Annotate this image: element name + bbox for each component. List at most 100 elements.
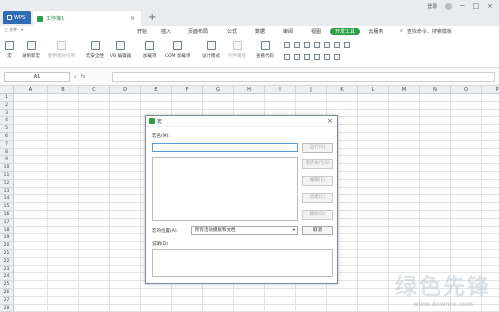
view-code-button[interactable]: 查看代码: [256, 41, 274, 59]
row-header[interactable]: 8: [0, 148, 14, 157]
tab-formulas[interactable]: 公式: [218, 28, 246, 35]
textbox-control-icon[interactable]: [294, 42, 300, 48]
column-header[interactable]: O: [451, 86, 482, 94]
row-header[interactable]: 24: [0, 273, 14, 282]
row-header[interactable]: 23: [0, 265, 14, 274]
column-header[interactable]: H: [234, 86, 265, 94]
fx-icon[interactable]: fx: [81, 72, 86, 82]
scroll-control-icon[interactable]: [304, 54, 310, 60]
tab-review[interactable]: 审阅: [274, 28, 302, 35]
combo-control-icon[interactable]: [344, 42, 350, 48]
macros-button[interactable]: 宏: [5, 41, 14, 59]
minimize-icon[interactable]: ─: [460, 2, 464, 10]
row-header[interactable]: 11: [0, 172, 14, 180]
macro-list[interactable]: [152, 157, 298, 221]
column-header[interactable]: L: [358, 86, 389, 94]
vb-editor-button[interactable]: VB 编辑器: [110, 41, 131, 59]
relative-reference-button[interactable]: 使用相对引用: [48, 41, 75, 59]
column-header[interactable]: C: [79, 86, 110, 94]
tab-page-layout[interactable]: 页面布局: [178, 28, 218, 35]
row-header[interactable]: 18: [0, 226, 14, 235]
frame-control-icon[interactable]: [324, 54, 330, 60]
column-header[interactable]: P: [482, 86, 499, 94]
label-control-icon[interactable]: [284, 42, 290, 48]
step-into-button[interactable]: 单步执行(S): [302, 159, 333, 169]
toggle-control-icon[interactable]: [284, 54, 290, 60]
design-mode-button[interactable]: 设计模式: [202, 41, 220, 59]
row-header[interactable]: 20: [0, 242, 14, 250]
list-control-icon[interactable]: [334, 42, 340, 48]
cancel-button[interactable]: 取消: [302, 226, 333, 235]
row-header[interactable]: 4: [0, 117, 14, 126]
new-tab-button[interactable]: +: [148, 12, 156, 23]
checkbox-control-icon[interactable]: [314, 42, 320, 48]
row-header[interactable]: 1: [0, 94, 14, 102]
row-header[interactable]: 2: [0, 101, 14, 110]
close-tab-icon[interactable]: ×: [130, 15, 135, 22]
addins-button[interactable]: 加载项: [143, 41, 157, 59]
column-header[interactable]: K: [327, 86, 358, 94]
record-macro-button[interactable]: 录制新宏: [22, 41, 40, 59]
formula-input[interactable]: [112, 72, 495, 82]
tab-insert[interactable]: 插入: [154, 28, 178, 35]
row-header[interactable]: 22: [0, 257, 14, 266]
document-tab[interactable]: 工作簿1 ×: [33, 11, 141, 26]
more-controls-icon[interactable]: [334, 54, 340, 60]
row-header[interactable]: 5: [0, 125, 14, 133]
macro-security-button[interactable]: 宏安全性: [86, 41, 104, 59]
row-header[interactable]: 12: [0, 179, 14, 188]
row-header[interactable]: 15: [0, 203, 14, 211]
row-header[interactable]: 21: [0, 250, 14, 258]
column-header[interactable]: A: [14, 86, 48, 94]
control-properties-button[interactable]: 控件属性: [228, 41, 246, 59]
create-button[interactable]: 创建(C): [302, 193, 333, 203]
row-header[interactable]: 27: [0, 296, 14, 305]
macro-location-select[interactable]: 所有活动模板和文档 ▾: [191, 226, 298, 235]
button-control-icon[interactable]: [304, 42, 310, 48]
login-link[interactable]: 登录: [427, 3, 437, 10]
row-header[interactable]: 14: [0, 195, 14, 204]
row-header[interactable]: 19: [0, 234, 14, 243]
option-control-icon[interactable]: [324, 42, 330, 48]
column-header[interactable]: D: [110, 86, 141, 94]
row-header[interactable]: 28: [0, 304, 14, 312]
macro-name-input[interactable]: [152, 143, 298, 152]
avatar[interactable]: [445, 2, 453, 10]
command-search[interactable]: ⌕ 查找命令、搜索模板: [400, 28, 452, 35]
row-header[interactable]: 25: [0, 281, 14, 289]
spin-control-icon[interactable]: [294, 54, 300, 60]
row-header[interactable]: 10: [0, 164, 14, 172]
dialog-close-icon[interactable]: ×: [327, 117, 333, 125]
dialog-title-bar[interactable]: 宏 ×: [146, 116, 337, 127]
wps-home-tab[interactable]: WPS: [3, 11, 31, 24]
column-header[interactable]: F: [172, 86, 203, 94]
zoom-icon[interactable]: ⌕: [74, 72, 77, 82]
tab-cloud[interactable]: 云服务: [360, 28, 392, 35]
column-header[interactable]: B: [48, 86, 79, 94]
row-header[interactable]: 6: [0, 133, 14, 141]
column-header[interactable]: I: [265, 86, 296, 94]
row-header[interactable]: 13: [0, 187, 14, 196]
column-header[interactable]: G: [203, 86, 234, 94]
file-menu[interactable]: 三 文件: [4, 27, 17, 33]
quick-access-dropdown[interactable]: ▾: [21, 27, 23, 33]
column-header[interactable]: J: [296, 86, 327, 94]
run-button[interactable]: 运行(R): [302, 143, 333, 153]
com-addins-button[interactable]: COM 加载项: [165, 41, 191, 59]
row-header[interactable]: 16: [0, 211, 14, 219]
row-header[interactable]: 3: [0, 109, 14, 118]
column-header[interactable]: N: [420, 86, 451, 94]
delete-button[interactable]: 删除(D): [302, 210, 333, 220]
tab-developer[interactable]: 开发工具: [330, 28, 360, 35]
row-header[interactable]: 7: [0, 140, 14, 149]
tab-view[interactable]: 视图: [302, 28, 330, 35]
close-window-icon[interactable]: ×: [487, 2, 493, 10]
edit-button[interactable]: 编辑(E): [302, 176, 333, 186]
column-header[interactable]: M: [389, 86, 420, 94]
column-header[interactable]: E: [141, 86, 172, 94]
name-box[interactable]: A1: [4, 72, 70, 82]
image-control-icon[interactable]: [314, 54, 320, 60]
tab-data[interactable]: 数据: [246, 28, 274, 35]
maximize-icon[interactable]: □: [473, 2, 480, 10]
row-header[interactable]: 17: [0, 218, 14, 227]
